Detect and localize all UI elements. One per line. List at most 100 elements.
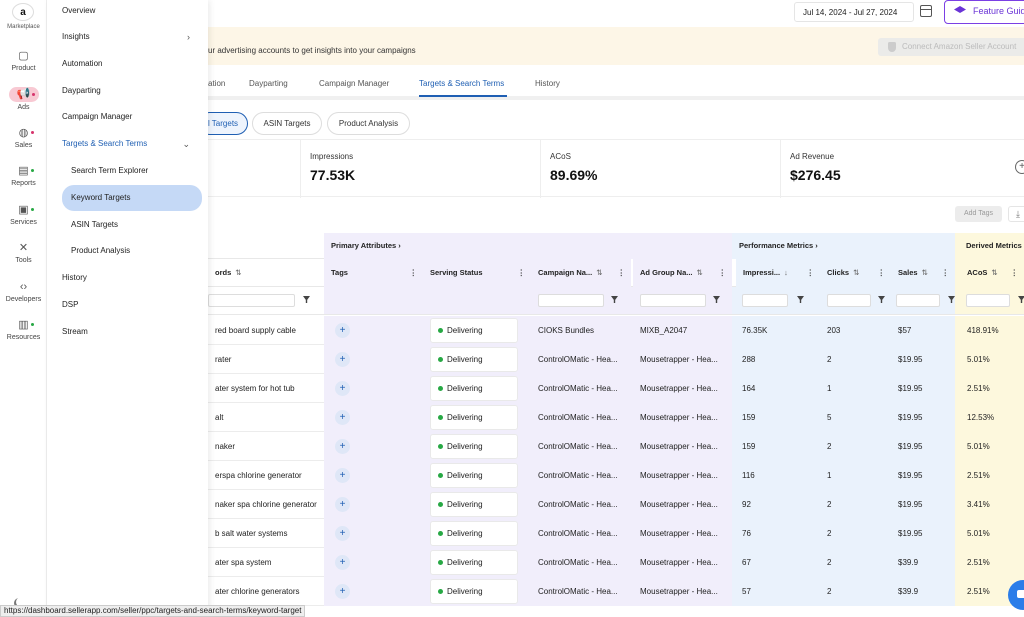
menu-insights[interactable]: Insights › — [62, 30, 202, 44]
pill-product-analysis[interactable]: Product Analysis — [327, 112, 410, 135]
rail-item-developers[interactable]: ‹› Developers — [0, 281, 47, 313]
impressions-filter-input[interactable] — [742, 294, 788, 307]
submenu-search-term-explorer[interactable]: Search Term Explorer — [62, 158, 202, 184]
header-ad-group-name[interactable]: Ad Group Na... ⇅ ⋮ — [633, 259, 732, 287]
add-tag-plus-icon[interactable]: + — [335, 584, 350, 599]
add-tag-plus-icon[interactable]: + — [335, 555, 350, 570]
tab-automation[interactable]: ation — [208, 79, 225, 88]
add-tag-plus-icon[interactable]: + — [335, 410, 350, 425]
header-tags[interactable]: Tags ⋮ — [324, 259, 423, 287]
cell-campaign-name[interactable]: ControlOMatic - Hea... — [531, 577, 631, 606]
rail-item-reports[interactable]: ▤ Reports — [0, 165, 47, 197]
cell-ad-group-name[interactable]: MIXB_A2047 — [633, 316, 732, 345]
menu-overview[interactable]: Overview — [62, 4, 202, 18]
add-tag-plus-icon[interactable]: + — [335, 439, 350, 454]
table-row[interactable]: alt + Delivering ControlOMatic - Hea... Mous… — [208, 403, 1024, 432]
group-derived-metrics[interactable]: Derived Metrics — [955, 233, 1024, 259]
cell-campaign-name[interactable]: ControlOMatic - Hea... — [531, 490, 631, 519]
cell-clicks: 2 — [827, 500, 832, 509]
cell-ad-group-name[interactable]: Mousetrapper - Hea... — [633, 461, 732, 490]
header-label: Sales — [898, 268, 918, 277]
acos-filter-input[interactable] — [966, 294, 1010, 307]
header-acos[interactable]: ACoS ⇅ ⋮ — [955, 259, 1024, 287]
tab-targets-search-terms[interactable]: Targets & Search Terms — [419, 79, 504, 88]
table-row[interactable]: naker + Delivering ControlOMatic - Hea... Mo… — [208, 432, 1024, 461]
rail-item-product[interactable]: ▢ Product — [0, 50, 47, 82]
cell-ad-group-name[interactable]: Mousetrapper - Hea... — [633, 403, 732, 432]
cell-ad-group-name[interactable]: Mousetrapper - Hea... — [633, 519, 732, 548]
cell-ad-group-name[interactable]: Mousetrapper - Hea... — [633, 345, 732, 374]
add-metric-icon[interactable]: + — [1015, 160, 1024, 174]
menu-dsp[interactable]: DSP — [62, 298, 202, 312]
cell-campaign-name[interactable]: ControlOMatic - Hea... — [531, 548, 631, 577]
add-tags-button[interactable]: Add Tags — [955, 206, 1002, 222]
date-range-picker[interactable]: Jul 14, 2024 - Jul 27, 2024 — [794, 2, 914, 22]
add-tag-plus-icon[interactable]: + — [335, 323, 350, 338]
feature-guide-button[interactable]: Feature Guide — [944, 0, 1024, 24]
submenu-asin-targets[interactable]: ASIN Targets — [62, 212, 202, 238]
cell-ad-group-name[interactable]: Mousetrapper - Hea... — [633, 490, 732, 519]
menu-history[interactable]: History — [62, 271, 202, 285]
rail-item-sales[interactable]: ◍ Sales — [0, 127, 47, 159]
table-row[interactable]: ater system for hot tub + Delivering Contro… — [208, 374, 1024, 403]
add-tag-plus-icon[interactable]: + — [335, 352, 350, 367]
header-impressions[interactable]: Impressi... ↓ ⋮ — [736, 259, 820, 287]
table-row[interactable]: erspa chlorine generator + Delivering Contr… — [208, 461, 1024, 490]
filter-icon[interactable] — [303, 296, 310, 303]
clicks-filter-input[interactable] — [827, 294, 871, 307]
keyword-filter-input[interactable] — [208, 294, 295, 307]
tab-history[interactable]: History — [535, 79, 560, 88]
rail-item-resources[interactable]: ▥ Resources — [0, 319, 47, 351]
rail-item-services[interactable]: ▣ Services — [0, 204, 47, 236]
menu-dayparting[interactable]: Dayparting — [62, 84, 202, 98]
calendar-icon[interactable] — [920, 5, 932, 17]
add-tag-plus-icon[interactable]: + — [335, 381, 350, 396]
table-row[interactable]: b salt water systems + Delivering ControlOM… — [208, 519, 1024, 548]
rail-item-tools[interactable]: ✕ Tools — [0, 242, 47, 274]
table-row[interactable]: ater chlorine generators + Delivering Contr… — [208, 577, 1024, 606]
header-keywords[interactable]: ords ⇅ — [208, 259, 324, 287]
cell-campaign-name[interactable]: ControlOMatic - Hea... — [531, 432, 631, 461]
add-tag-plus-icon[interactable]: + — [335, 497, 350, 512]
menu-campaign-manager[interactable]: Campaign Manager — [62, 110, 202, 124]
cell-campaign-name[interactable]: ControlOMatic - Hea... — [531, 403, 631, 432]
amazon-logo-icon[interactable]: a — [12, 3, 34, 21]
adgroup-filter-input[interactable] — [640, 294, 706, 307]
table-row[interactable]: rater + Delivering ControlOMatic - Hea... Mo… — [208, 345, 1024, 374]
cell-campaign-name[interactable]: ControlOMatic - Hea... — [531, 345, 631, 374]
tab-dayparting[interactable]: Dayparting — [249, 79, 288, 88]
table-row[interactable]: naker spa chlorine generator + Delivering C… — [208, 490, 1024, 519]
connect-seller-account-button[interactable]: Connect Amazon Seller Account — [878, 38, 1024, 56]
sales-filter-input[interactable] — [896, 294, 940, 307]
cell-ad-group-name[interactable]: Mousetrapper - Hea... — [633, 432, 732, 461]
submenu-product-analysis[interactable]: Product Analysis — [62, 238, 202, 264]
header-clicks[interactable]: Clicks ⇅ ⋮ — [820, 259, 891, 287]
group-performance-metrics[interactable]: Performance Metrics › — [732, 233, 955, 259]
header-campaign-name[interactable]: Campaign Na... ⇅ ⋮ — [531, 259, 631, 287]
cell-ad-group-name[interactable]: Mousetrapper - Hea... — [633, 374, 732, 403]
cell-campaign-name[interactable]: ControlOMatic - Hea... — [531, 374, 631, 403]
cell-ad-group-name[interactable]: Mousetrapper - Hea... — [633, 548, 732, 577]
cell-keyword: ater system for hot tub — [215, 384, 295, 393]
menu-stream[interactable]: Stream — [62, 325, 202, 339]
submenu-keyword-targets[interactable]: Keyword Targets — [62, 185, 202, 211]
tab-campaign-manager[interactable]: Campaign Manager — [319, 79, 389, 88]
cell-campaign-name[interactable]: ControlOMatic - Hea... — [531, 461, 631, 490]
header-serving-status[interactable]: Serving Status ⋮ — [423, 259, 531, 287]
download-icon[interactable]: ⤓ — [1008, 206, 1024, 222]
cell-campaign-name[interactable]: ControlOMatic - Hea... — [531, 519, 631, 548]
menu-automation[interactable]: Automation — [62, 57, 202, 71]
menu-targets-search-terms[interactable]: Targets & Search Terms ⌄ — [62, 137, 202, 151]
metric-label: Ad Revenue — [790, 152, 835, 161]
cell-campaign-name[interactable]: CIOKS Bundles — [531, 316, 631, 345]
header-sales[interactable]: Sales ⇅ ⋮ — [891, 259, 955, 287]
campaign-filter-input[interactable] — [538, 294, 604, 307]
add-tag-plus-icon[interactable]: + — [335, 526, 350, 541]
pill-asin-targets[interactable]: ASIN Targets — [252, 112, 322, 135]
group-primary-attributes[interactable]: Primary Attributes › — [324, 233, 732, 259]
add-tag-plus-icon[interactable]: + — [335, 468, 350, 483]
rail-item-ads[interactable]: 📢 Ads — [0, 87, 47, 119]
table-row[interactable]: red board supply cable + Delivering CIOKS B… — [208, 316, 1024, 345]
table-row[interactable]: ater spa system + Delivering ControlOMatic … — [208, 548, 1024, 577]
cell-ad-group-name[interactable]: Mousetrapper - Hea... — [633, 577, 732, 606]
